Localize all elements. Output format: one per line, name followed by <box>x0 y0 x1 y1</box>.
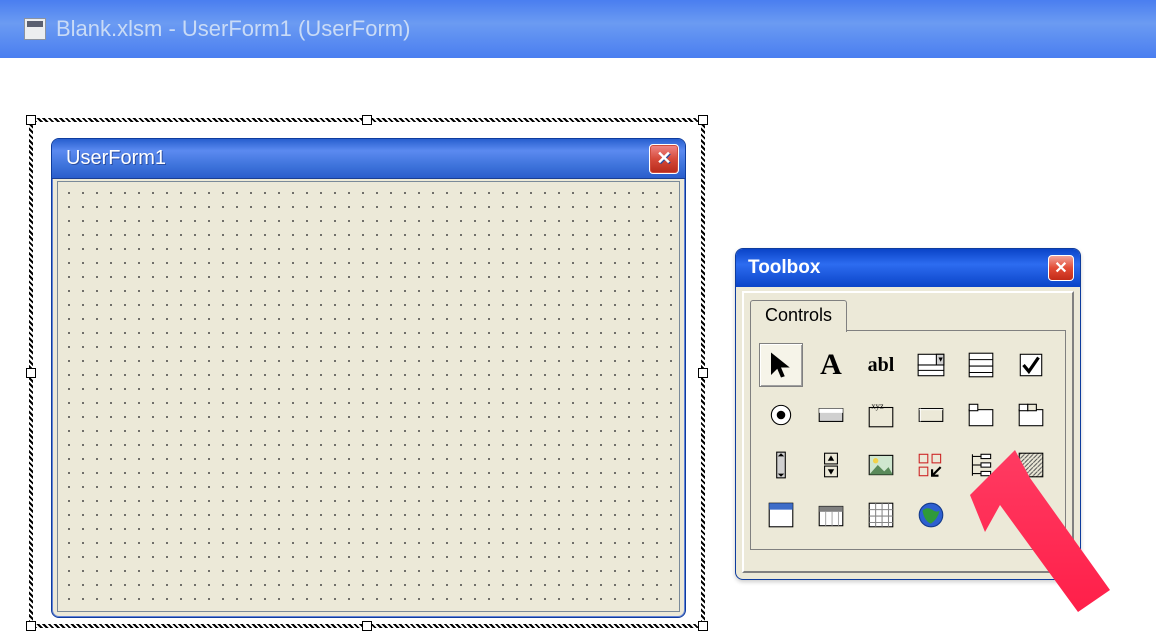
form-selection-outline[interactable]: UserForm1 ✕ <box>29 118 705 628</box>
tool-microsoftforms[interactable] <box>759 493 803 537</box>
resize-handle-top-right[interactable] <box>698 115 708 125</box>
tool-spinbutton[interactable] <box>809 443 853 487</box>
designer-title: Blank.xlsm - UserForm1 (UserForm) <box>56 16 410 42</box>
tool-image[interactable] <box>859 443 903 487</box>
spinbutton-icon <box>816 450 846 480</box>
toolbox-close-button[interactable]: ✕ <box>1048 255 1074 281</box>
resize-handle-top-left[interactable] <box>26 115 36 125</box>
frame-icon: xyz <box>866 400 896 430</box>
userform-window[interactable]: UserForm1 ✕ <box>51 138 686 618</box>
textbox-abl-icon: abl <box>868 354 895 377</box>
resize-handle-middle-left[interactable] <box>26 368 36 378</box>
tool-webbrowser[interactable] <box>909 493 953 537</box>
toolbox-body: Controls A abl <box>742 291 1074 573</box>
tool-optionbutton[interactable] <box>759 393 803 437</box>
tool-refedit[interactable] <box>909 443 953 487</box>
listbox-icon <box>966 350 996 380</box>
userform-titlebar[interactable]: UserForm1 ✕ <box>52 139 685 179</box>
toolbox-tool-grid: A abl <box>759 343 1057 537</box>
forms-frame-icon <box>766 500 796 530</box>
resize-handle-bottom-left[interactable] <box>26 621 36 631</box>
tool-monthview[interactable] <box>859 493 903 537</box>
hatched-square-icon <box>1016 450 1046 480</box>
togglebutton-icon <box>816 400 846 430</box>
tool-select[interactable] <box>759 343 803 387</box>
tool-checkbox[interactable] <box>1009 343 1053 387</box>
monthview-icon <box>866 500 896 530</box>
tool-frame[interactable]: xyz <box>859 393 903 437</box>
svg-text:xyz: xyz <box>871 401 884 411</box>
toolbox-page-controls: A abl <box>750 331 1066 550</box>
close-icon: ✕ <box>656 148 671 169</box>
resize-handle-bottom-right[interactable] <box>698 621 708 631</box>
checkbox-icon <box>1016 350 1046 380</box>
globe-icon <box>916 500 946 530</box>
tool-textbox[interactable]: abl <box>859 343 903 387</box>
toolbox-tab-controls[interactable]: Controls <box>750 300 847 332</box>
tool-label[interactable]: A <box>809 343 853 387</box>
tool-unknown[interactable] <box>1009 443 1053 487</box>
toolbox-titlebar[interactable]: Toolbox ✕ <box>736 249 1080 287</box>
tool-datetimepicker[interactable] <box>809 493 853 537</box>
combobox-icon <box>916 350 946 380</box>
designer-titlebar: Blank.xlsm - UserForm1 (UserForm) <box>0 0 1156 58</box>
tool-treeview[interactable] <box>959 443 1003 487</box>
tool-multipage[interactable] <box>1009 393 1053 437</box>
optionbutton-icon <box>766 400 796 430</box>
userform-title: UserForm1 <box>66 147 166 170</box>
multipage-icon <box>1016 400 1046 430</box>
commandbutton-icon <box>916 400 946 430</box>
close-icon: ✕ <box>1054 258 1067 278</box>
tool-listbox[interactable] <box>959 343 1003 387</box>
toolbox-title: Toolbox <box>748 257 820 279</box>
tool-tabstrip[interactable] <box>959 393 1003 437</box>
refedit-icon <box>916 450 946 480</box>
resize-handle-bottom-center[interactable] <box>362 621 372 631</box>
userform-design-surface[interactable] <box>57 181 680 612</box>
userform-close-button[interactable]: ✕ <box>649 144 679 174</box>
form-icon <box>24 18 46 40</box>
resize-handle-middle-right[interactable] <box>698 368 708 378</box>
design-area: UserForm1 ✕ <box>12 58 702 628</box>
tool-scrollbar[interactable] <box>759 443 803 487</box>
image-icon <box>866 450 896 480</box>
toolbox-window[interactable]: Toolbox ✕ Controls A abl <box>735 248 1081 580</box>
scrollbar-icon <box>766 450 796 480</box>
resize-handle-top-center[interactable] <box>362 115 372 125</box>
tabstrip-icon <box>966 400 996 430</box>
tool-togglebutton[interactable] <box>809 393 853 437</box>
datetime-icon <box>816 500 846 530</box>
tool-commandbutton[interactable] <box>909 393 953 437</box>
treeview-icon <box>966 450 996 480</box>
pointer-icon <box>766 350 796 380</box>
tool-combobox[interactable] <box>909 343 953 387</box>
label-a-icon: A <box>820 348 842 382</box>
